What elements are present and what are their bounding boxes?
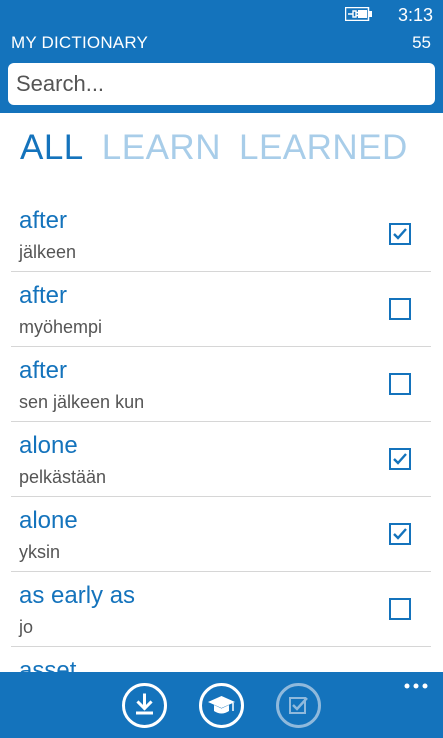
translation-text: jälkeen (19, 242, 77, 262)
list-item[interactable]: after sen jälkeen kun (11, 347, 431, 422)
list-item[interactable]: asset (11, 647, 431, 672)
list-item[interactable]: after myöhempi (11, 272, 431, 347)
translation-text: sen jälkeen kun (19, 392, 145, 412)
app-bar (0, 672, 443, 738)
list-item[interactable]: after jälkeen (11, 197, 431, 272)
word-text: after (19, 282, 68, 309)
translation-text: yksin (19, 542, 61, 562)
translation-text: jo (19, 617, 34, 637)
word-text: after (19, 207, 68, 234)
app-header: 3:13 MY DICTIONARY 55 (0, 0, 443, 113)
word-count: 55 (412, 33, 431, 52)
mark-learned-button[interactable] (276, 683, 321, 728)
tab-learn[interactable]: LEARN (102, 128, 221, 167)
learned-checkbox[interactable] (389, 373, 411, 395)
download-icon (136, 693, 153, 715)
checkmark-icon (393, 453, 407, 465)
word-text: as early as (19, 582, 136, 609)
checkbox-check-icon (289, 697, 308, 714)
search-input[interactable] (8, 63, 435, 105)
learned-checkbox[interactable] (389, 598, 411, 620)
status-bar: 3:13 (0, 0, 443, 30)
pivot-tabs: ALL LEARN LEARNED (20, 128, 426, 174)
graduation-cap-icon (208, 696, 235, 714)
learned-checkbox[interactable] (389, 223, 411, 245)
learned-checkbox[interactable] (389, 448, 411, 470)
battery-charging-icon (345, 7, 372, 21)
word-text: alone (19, 432, 78, 459)
checkmark-icon (393, 228, 407, 240)
download-button[interactable] (122, 683, 167, 728)
list-item[interactable]: as early as jo (11, 572, 431, 647)
translation-text: pelkästään (19, 467, 107, 487)
more-dots-icon[interactable] (404, 682, 428, 690)
learned-checkbox[interactable] (389, 523, 411, 545)
tab-learned[interactable]: LEARNED (239, 128, 408, 167)
app-title: MY DICTIONARY (11, 33, 149, 52)
learned-checkbox[interactable] (389, 298, 411, 320)
translation-text: myöhempi (19, 317, 103, 337)
learn-button[interactable] (199, 683, 244, 728)
tab-all[interactable]: ALL (20, 128, 84, 167)
word-text: alone (19, 507, 78, 534)
word-list: after jälkeen after myöhempi after sen jälkee… (11, 197, 431, 672)
clock: 3:13 (397, 5, 433, 25)
word-text: after (19, 357, 68, 384)
list-item[interactable]: alone yksin (11, 497, 431, 572)
checkmark-icon (393, 528, 407, 540)
word-text: asset (19, 657, 77, 672)
list-item[interactable]: alone pelkästään (11, 422, 431, 497)
